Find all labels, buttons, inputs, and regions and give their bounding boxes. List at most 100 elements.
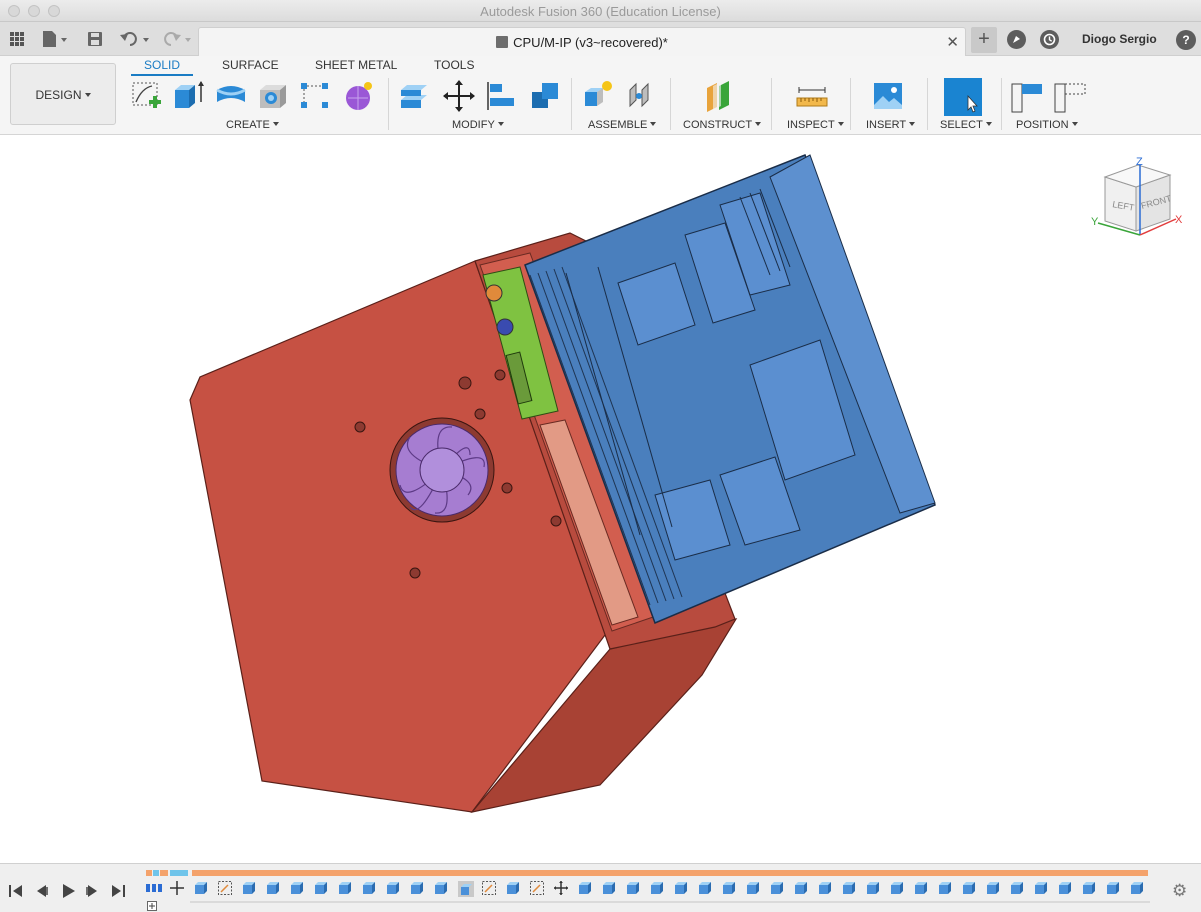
timeline-previous-icon[interactable] <box>34 883 50 899</box>
extensions-icon[interactable] <box>1007 30 1026 49</box>
toolbar-separator <box>771 78 772 130</box>
timeline-sketch-icon[interactable] <box>530 881 544 895</box>
timeline-last-icon[interactable] <box>110 883 126 899</box>
create-group-menu[interactable]: CREATE <box>226 119 279 131</box>
timeline-move-icon[interactable] <box>554 881 568 895</box>
timeline-move-feature-icon[interactable] <box>170 881 184 895</box>
timeline-feature-icon[interactable] <box>290 881 304 895</box>
timeline-feature-icon[interactable] <box>314 881 328 895</box>
timeline-sketch-icon[interactable] <box>218 881 232 895</box>
insert-group-menu[interactable]: INSERT <box>866 119 916 131</box>
inspect-group-menu[interactable]: INSPECT <box>787 119 844 131</box>
tab-tools[interactable]: TOOLS <box>434 58 474 72</box>
timeline-group-icon[interactable] <box>146 881 162 895</box>
screw-hole <box>409 567 421 579</box>
insert-image-icon[interactable] <box>871 78 905 114</box>
help-icon[interactable]: ? <box>1176 30 1196 50</box>
create-sketch-icon[interactable] <box>130 78 164 114</box>
construct-group-menu[interactable]: CONSTRUCT <box>683 119 762 131</box>
assemble-group-menu[interactable]: ASSEMBLE <box>588 119 657 131</box>
align-icon[interactable] <box>484 78 518 114</box>
joint-icon[interactable] <box>626 78 660 114</box>
timeline-feature-icon[interactable] <box>986 881 1000 895</box>
timeline-expand-icon[interactable] <box>147 898 157 911</box>
timeline-feature-icon[interactable] <box>938 881 952 895</box>
timeline-feature-icon[interactable] <box>626 881 640 895</box>
job-status-icon[interactable] <box>1040 30 1059 49</box>
timeline-selected-feature-icon[interactable] <box>458 881 474 897</box>
save-icon[interactable] <box>86 29 104 49</box>
tab-sheet-metal[interactable]: SHEET METAL <box>315 58 397 72</box>
extrude-icon[interactable] <box>172 78 206 114</box>
timeline-feature-icon[interactable] <box>914 881 928 895</box>
timeline-feature-icon[interactable] <box>698 881 712 895</box>
position-group-menu[interactable]: POSITION <box>1016 119 1078 131</box>
hole-icon[interactable] <box>256 78 290 114</box>
timeline-feature-icon[interactable] <box>602 881 616 895</box>
document-tab[interactable]: CPU/M-IP (v3~recovered)* ✕ <box>198 27 966 56</box>
timeline-next-icon[interactable] <box>84 883 100 899</box>
user-name[interactable]: Diogo Sergio <box>1082 32 1157 46</box>
timeline-feature-icon[interactable] <box>770 881 784 895</box>
revert-position-icon[interactable] <box>1053 78 1087 114</box>
screw-hole <box>354 421 366 433</box>
select-icon[interactable] <box>944 78 982 116</box>
tab-surface[interactable]: SURFACE <box>222 58 279 72</box>
timeline-feature-icon[interactable] <box>866 881 880 895</box>
modify-group-menu[interactable]: MODIFY <box>452 119 504 131</box>
timeline-feature-icon[interactable] <box>1034 881 1048 895</box>
press-pull-icon[interactable] <box>398 78 432 114</box>
viewcube[interactable]: Z X Y LEFT FRONT <box>1091 156 1183 236</box>
timeline-feature-icon[interactable] <box>242 881 256 895</box>
close-tab-icon[interactable]: ✕ <box>946 33 959 51</box>
timeline-feature-icon[interactable] <box>338 881 352 895</box>
redo-icon[interactable] <box>160 29 194 49</box>
measure-icon[interactable] <box>795 78 829 114</box>
3d-viewport[interactable]: Z X Y LEFT FRONT <box>0 135 1201 863</box>
timeline-feature-icon[interactable] <box>1010 881 1024 895</box>
new-component-icon[interactable] <box>582 78 616 114</box>
workspace-switcher[interactable]: DESIGN <box>10 63 116 125</box>
select-group-menu[interactable]: SELECT <box>940 119 992 131</box>
combine-icon[interactable] <box>528 78 562 114</box>
revolve-icon[interactable] <box>214 78 248 114</box>
timeline-feature-icon[interactable] <box>1130 881 1144 895</box>
offset-plane-icon[interactable] <box>703 78 737 114</box>
timeline-feature-icon[interactable] <box>410 881 424 895</box>
timeline-feature-icon[interactable] <box>1082 881 1096 895</box>
timeline-feature-icon[interactable] <box>578 881 592 895</box>
timeline-feature-icon[interactable] <box>650 881 664 895</box>
timeline-feature-icon[interactable] <box>674 881 688 895</box>
file-icon[interactable] <box>40 29 70 49</box>
timeline-feature-icon[interactable] <box>1106 881 1120 895</box>
timeline-feature-icon[interactable] <box>194 881 208 895</box>
tab-solid[interactable]: SOLID <box>131 58 194 76</box>
grid-icon[interactable] <box>8 29 26 49</box>
timeline-feature-icon[interactable] <box>386 881 400 895</box>
timeline-feature-icon[interactable] <box>842 881 856 895</box>
model-canvas[interactable]: Z X Y LEFT FRONT <box>0 135 1201 863</box>
timeline-feature-icon[interactable] <box>506 881 520 895</box>
timeline-settings-icon[interactable]: ⚙ <box>1172 881 1187 901</box>
timeline-feature-icon[interactable] <box>890 881 904 895</box>
timeline-feature-icon[interactable] <box>722 881 736 895</box>
move-copy-icon[interactable] <box>442 78 476 114</box>
timeline-sketch-icon[interactable] <box>482 881 496 895</box>
timeline-feature-icon[interactable] <box>746 881 760 895</box>
timeline-first-icon[interactable] <box>8 883 24 899</box>
capture-position-icon[interactable] <box>1010 78 1044 114</box>
create-form-icon[interactable] <box>342 78 376 114</box>
timeline-feature-icon[interactable] <box>818 881 832 895</box>
pattern-icon[interactable] <box>298 78 332 114</box>
undo-icon[interactable] <box>118 29 152 49</box>
timeline-feature-icon[interactable] <box>1058 881 1072 895</box>
new-tab-button[interactable]: + <box>971 27 997 53</box>
timeline-feature-icon[interactable] <box>794 881 808 895</box>
timeline-feature-icon[interactable] <box>962 881 976 895</box>
timeline-feature-icon[interactable] <box>434 881 448 895</box>
timeline-range-bar[interactable] <box>192 870 1148 876</box>
viewcube-y-label: Y <box>1091 216 1099 228</box>
timeline-play-icon[interactable] <box>60 883 76 899</box>
timeline-feature-icon[interactable] <box>362 881 376 895</box>
timeline-feature-icon[interactable] <box>266 881 280 895</box>
